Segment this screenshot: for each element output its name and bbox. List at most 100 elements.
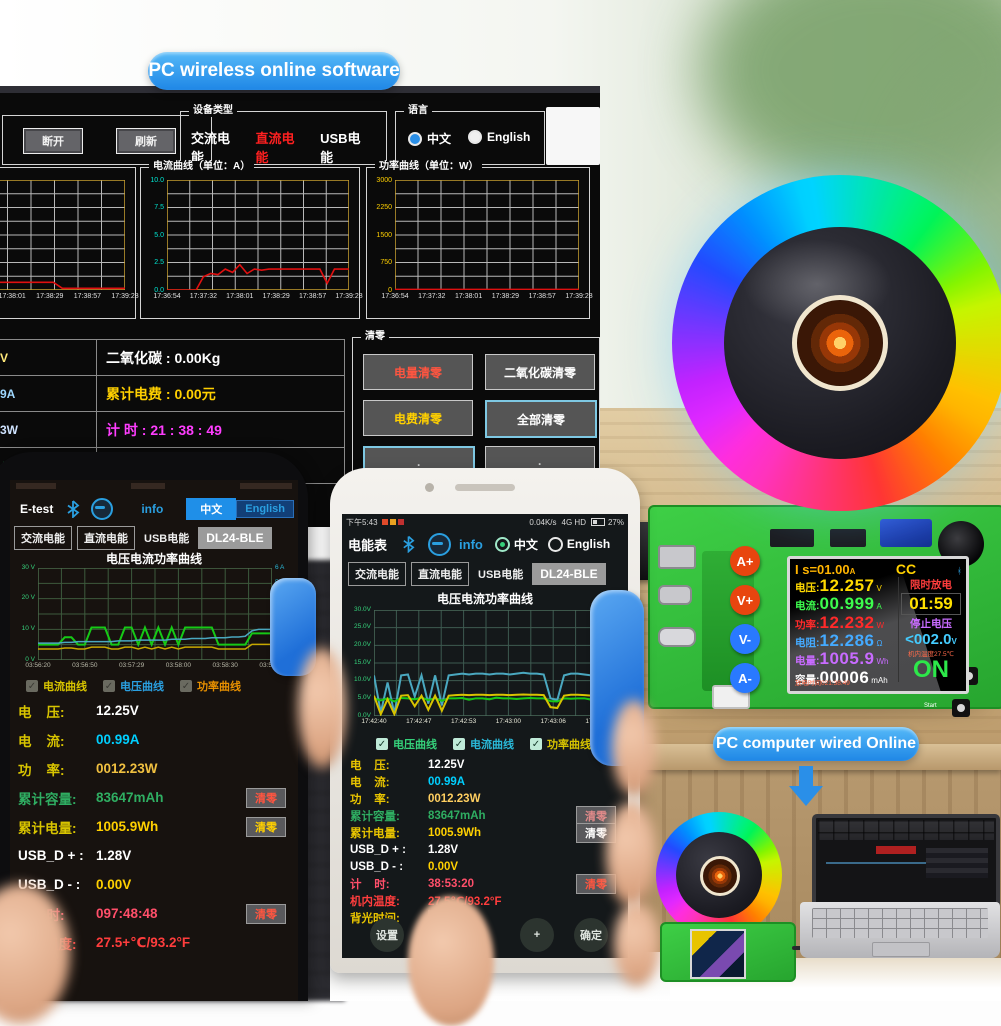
curve-checkbox-功率曲线[interactable]: ✓功率曲线 xyxy=(530,736,591,752)
data-row: 电 流:00.99A xyxy=(18,725,292,754)
lang-cn-button[interactable]: 中文 xyxy=(186,498,236,520)
radio-cn[interactable]: 中文 xyxy=(495,536,538,553)
axis-tick: 03:56:50 xyxy=(61,663,109,670)
tft-footer: 放电时间021:38:49 xyxy=(795,677,850,687)
checkbox-icon: ✓ xyxy=(26,680,38,692)
chart-plot xyxy=(38,568,272,660)
row-label: 计 时: xyxy=(350,876,428,892)
globe-icon[interactable] xyxy=(91,498,113,520)
clear-button[interactable]: 二氧化碳清零 xyxy=(485,354,595,390)
row-value: 1005.9Wh xyxy=(96,819,158,834)
tab-交流电能[interactable]: 交流电能 xyxy=(348,562,406,586)
data-row: 电 压:12.25V xyxy=(350,756,622,773)
curve-checkbox-电流曲线[interactable]: ✓ 电流曲线 xyxy=(26,678,87,694)
stat-fragment: 3W xyxy=(0,423,20,437)
terminal-A+: A+ xyxy=(730,546,760,576)
clear-row-button[interactable]: 清零 xyxy=(246,788,286,808)
voltage-chart-box: 17:36:5417:37:3217:38:0117:38:2917:38:57… xyxy=(0,167,136,319)
axis-tick: 03:56:20 xyxy=(14,663,62,670)
tab-直流电能[interactable]: 直流电能 xyxy=(411,562,469,586)
nav-button-+[interactable]: + xyxy=(520,918,554,952)
tab-DL24-BLE[interactable]: DL24-BLE xyxy=(198,527,271,549)
stat-value: 计 时 : 21 : 38 : 49 xyxy=(106,420,222,440)
radio-dot xyxy=(468,130,482,144)
checkbox-label: 电流曲线 xyxy=(43,678,87,694)
clear-button[interactable]: 电费清零 xyxy=(363,400,473,436)
device-type-tab[interactable]: 直流电能 xyxy=(256,128,307,166)
data-row: USB_D + :1.28V xyxy=(350,841,622,858)
clear-row-button[interactable]: 清零 xyxy=(246,817,286,837)
nav-button-设置[interactable]: 设置 xyxy=(370,918,404,952)
front-camera xyxy=(425,483,434,492)
curve-checkbox-功率曲线[interactable]: ✓功率曲线 xyxy=(180,678,241,694)
tab-直流电能[interactable]: 直流电能 xyxy=(77,526,135,550)
checkbox-label: 功率曲线 xyxy=(547,736,591,752)
terminal-V+: V+ xyxy=(730,585,760,615)
bluetooth-module xyxy=(880,519,932,547)
app-icon-dot xyxy=(398,519,404,525)
lang-en-button[interactable]: English xyxy=(236,500,294,518)
app-title: 电能表 xyxy=(348,535,387,554)
axis-tick: 6 A xyxy=(275,565,284,572)
curve-checkbox-电压曲线[interactable]: ✓电压曲线 xyxy=(103,678,164,694)
axis-tick: 17:43:06 xyxy=(529,719,577,726)
phone-left-chart: 30 V20 V10 V0 V6 A5 A4 A3 A2 A1 A0 A03:5… xyxy=(12,564,294,674)
row-label: 累计容量: xyxy=(350,808,428,824)
axis-tick: 17:43:00 xyxy=(484,719,532,726)
bubble-wired: PC computer wired Online xyxy=(713,727,919,761)
tab-USB电能[interactable]: USB电能 xyxy=(474,562,527,586)
stat-value: 累计电费 : 0.00元 xyxy=(106,384,216,404)
stat-fragment: V xyxy=(0,351,20,365)
stat-row: V二氧化碳 : 0.00Kg xyxy=(0,340,344,376)
curve-checkbox-电流曲线[interactable]: ✓ 电流曲线 xyxy=(453,736,514,752)
disconnect-button[interactable]: 断开 xyxy=(23,128,83,154)
info-link[interactable]: info xyxy=(141,502,163,516)
radio-chinese[interactable]: 中文 xyxy=(408,130,451,147)
tab-DL24-BLE[interactable]: DL24-BLE xyxy=(532,563,605,585)
status-battery: 27% xyxy=(608,518,624,527)
axis-tick: 17:42:53 xyxy=(440,719,488,726)
stat-row: 3W 计 时 : 21 : 38 : 49 xyxy=(0,412,344,448)
axis-tick: 5.0V xyxy=(344,695,371,702)
clear-row-button[interactable]: 清零 xyxy=(246,904,286,924)
radio-en[interactable]: English xyxy=(548,537,610,552)
laptop-screen xyxy=(812,814,1000,910)
app-icon-dot xyxy=(390,519,396,525)
globe-icon[interactable] xyxy=(428,533,451,556)
bubble-wireless: PC wireless online software xyxy=(148,52,400,90)
device-type-tab[interactable]: USB电能 xyxy=(320,128,372,166)
curve-checkbox-电压曲线[interactable]: ✓ 电压曲线 xyxy=(376,736,437,752)
radio-dot xyxy=(408,132,422,146)
row-label: 机内温度: xyxy=(350,893,428,909)
axis-tick: 17:42:40 xyxy=(350,719,398,726)
row-value: 12.25V xyxy=(428,759,464,771)
info-link[interactable]: info xyxy=(459,537,483,552)
checkbox-icon: ✓ xyxy=(376,738,388,750)
clear-button[interactable]: 电量清零 xyxy=(363,354,473,390)
tab-交流电能[interactable]: 交流电能 xyxy=(14,526,72,550)
phone-mid-screen: 下午5:43 0.04K/s 4G HD 27% 电能表 info 中文 Eng… xyxy=(342,514,628,958)
chart-title: 电压电流功率曲线 xyxy=(342,590,628,607)
axis-tick: 30 V xyxy=(12,565,35,572)
tab-bar: 交流电能直流电能USB电能DL24-BLE xyxy=(14,526,296,550)
refresh-button[interactable]: 刷新 xyxy=(116,128,176,154)
checkbox-label: 电流曲线 xyxy=(470,736,514,752)
axis-tick: 17:39:28 xyxy=(555,293,600,300)
app-title: E-test xyxy=(20,502,53,516)
checkbox-label: 电压曲线 xyxy=(393,736,437,752)
tab-USB电能[interactable]: USB电能 xyxy=(140,526,193,550)
nav-button-确定[interactable]: 确定 xyxy=(574,918,608,952)
clear-button[interactable]: 全部清零 xyxy=(485,400,597,438)
mini-rgb-fan xyxy=(656,812,782,938)
status-left-blur xyxy=(16,483,56,489)
radio-english[interactable]: English xyxy=(468,130,530,144)
row-label: 累计电量: xyxy=(350,825,428,841)
data-row: USB_D - :0.00V xyxy=(18,870,292,899)
row-value: 097:48:48 xyxy=(96,906,158,921)
data-row: 功 率:0012.23W xyxy=(350,790,622,807)
battery-icon xyxy=(591,518,605,526)
fan-hub-lens xyxy=(792,295,888,391)
power-chart-box: 功率曲线（单位：W） 300022501500750017:36:5417:37… xyxy=(366,167,590,319)
checkbox-icon: ✓ xyxy=(453,738,465,750)
row-label: 电 压: xyxy=(350,757,428,773)
